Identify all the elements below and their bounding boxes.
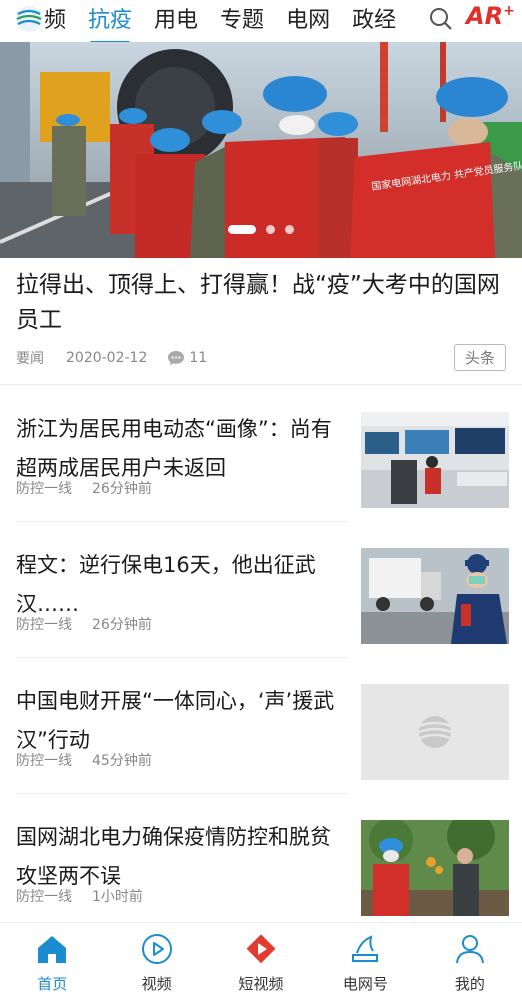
carousel-dot[interactable]: [285, 225, 294, 234]
carousel-indicator: [228, 225, 294, 234]
bottom-tab-bar: 首页 视频 短视频 电网号 我的: [0, 922, 522, 994]
item-separator: [16, 521, 348, 522]
user-icon: [455, 935, 484, 964]
news-item[interactable]: 中国电财开展“一体同心，‘声’援武汉”行动 防控一线 45分钟前: [0, 660, 522, 796]
news-title: 中国电财开展“一体同心，‘声’援武汉”行动: [16, 689, 335, 752]
tab-home[interactable]: 首页: [0, 923, 104, 994]
ar-label: AR: [466, 2, 504, 30]
news-time: 1小时前: [92, 889, 143, 905]
search-icon[interactable]: [428, 6, 454, 32]
tab-mine[interactable]: 我的: [418, 923, 522, 994]
news-source: 防控一线: [16, 617, 72, 633]
news-meta: 防控一线 26分钟前: [16, 478, 152, 498]
headline-badge: 头条: [453, 344, 506, 371]
comment-count[interactable]: 11: [167, 350, 207, 366]
tab-grid-account[interactable]: 电网号: [313, 923, 417, 994]
top-nav: 频 抗疫 用电 专题 电网 政经 AR+: [0, 0, 522, 44]
item-separator: [16, 657, 348, 658]
tab-short-video-label: 短视频: [238, 975, 284, 993]
news-title: 国网湖北电力确保疫情防控和脱贫攻坚两不误: [16, 825, 331, 888]
item-separator: [16, 793, 348, 794]
divider: [0, 384, 522, 385]
news-title: 浙江为居民用电动态“画像”：尚有超两成居民用户未返回: [16, 417, 332, 480]
tab-grid-account-label: 电网号: [342, 975, 388, 993]
news-meta: 防控一线 26分钟前: [16, 614, 152, 634]
news-source: 防控一线: [16, 889, 72, 905]
grid-account-icon: [352, 935, 379, 962]
news-time: 45分钟前: [92, 753, 152, 769]
tab-yongdian[interactable]: 用电: [154, 6, 198, 36]
tab-zhuanti[interactable]: 专题: [220, 6, 264, 36]
ar-plus: +: [503, 3, 515, 19]
news-time: 26分钟前: [92, 481, 152, 497]
tab-zhengjing[interactable]: 政经: [352, 6, 396, 36]
news-item[interactable]: 国网湖北电力确保疫情防控和脱贫攻坚两不误 防控一线 1小时前: [0, 796, 522, 932]
channel-tabs: 频 抗疫 用电 专题 电网 政经: [44, 0, 418, 44]
comment-count-value: 11: [189, 350, 208, 366]
news-item[interactable]: 程文：逆行保电16天，他出征武汉…… 防控一线 26分钟前: [0, 524, 522, 660]
placeholder-globe-icon: [418, 716, 452, 748]
carousel-dot[interactable]: [266, 225, 275, 234]
news-time: 26分钟前: [92, 617, 152, 633]
hero-category: 要闻: [16, 351, 44, 367]
video-play-icon: [141, 934, 172, 964]
news-thumbnail: [361, 412, 509, 508]
news-meta: 防控一线 1小时前: [16, 886, 143, 906]
tab-video[interactable]: 视频: [104, 923, 208, 994]
tab-pin[interactable]: 频: [44, 6, 66, 36]
hero-meta: 要闻 2020-02-12 11 头条: [16, 344, 506, 371]
tab-dianwang[interactable]: 电网: [286, 6, 330, 36]
tab-short-video[interactable]: 短视频: [209, 923, 313, 994]
home-icon: [38, 936, 67, 963]
ar-button[interactable]: AR+: [466, 2, 515, 30]
tab-mine-label: 我的: [454, 975, 485, 993]
news-thumbnail: [361, 820, 509, 916]
tab-video-label: 视频: [141, 975, 172, 993]
tab-home-label: 首页: [37, 975, 68, 993]
news-title: 程文：逆行保电16天，他出征武汉……: [16, 553, 316, 616]
news-thumbnail: [361, 548, 509, 644]
news-source: 防控一线: [16, 481, 72, 497]
hero-headline[interactable]: 拉得出、顶得上、打得赢！战“疫”大考中的国网员工: [16, 268, 508, 338]
hero-date: 2020-02-12: [66, 350, 148, 366]
tab-kangyi[interactable]: 抗疫: [88, 6, 132, 44]
short-video-icon: [246, 934, 276, 964]
comment-icon: [168, 351, 185, 365]
sgcc-logo-icon[interactable]: [14, 4, 44, 34]
carousel-dot-active[interactable]: [228, 225, 256, 234]
news-meta: 防控一线 45分钟前: [16, 750, 152, 770]
news-thumbnail: [361, 684, 509, 780]
news-item[interactable]: 浙江为居民用电动态“画像”：尚有超两成居民用户未返回 防控一线 26分钟前: [0, 388, 522, 524]
news-source: 防控一线: [16, 753, 72, 769]
